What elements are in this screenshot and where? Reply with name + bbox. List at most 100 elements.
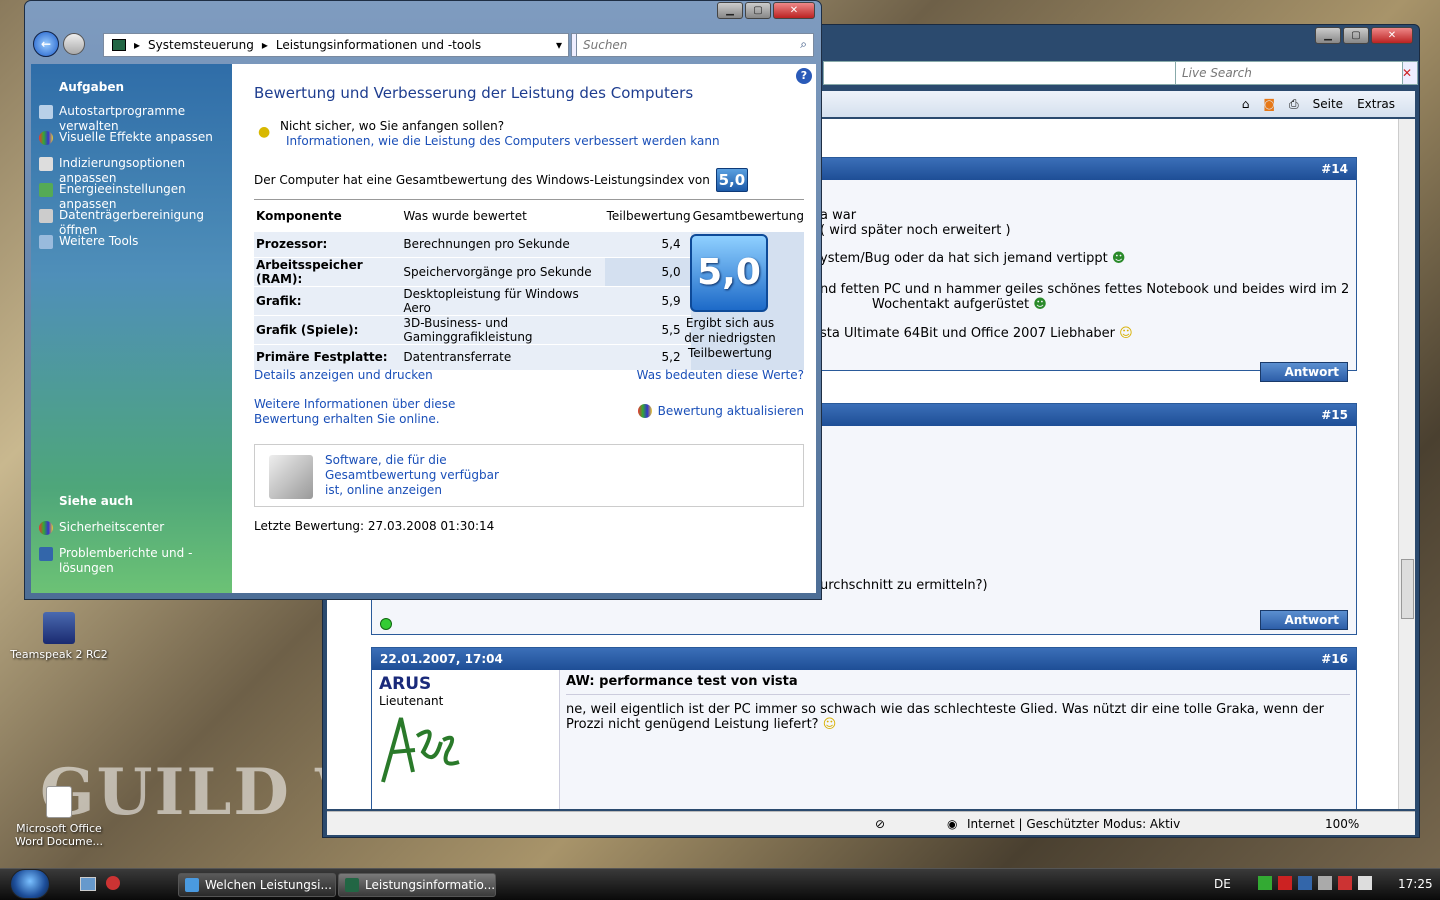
- post-number[interactable]: #16: [1321, 652, 1348, 666]
- hint-question: Nicht sicher, wo Sie anfangen sollen?: [280, 119, 505, 133]
- ie-minimize-button[interactable]: ▁: [1315, 27, 1341, 44]
- show-desktop-icon[interactable]: [80, 877, 96, 891]
- sidebar-item-startup[interactable]: Autostartprogramme verwalten: [31, 104, 232, 133]
- performance-window: ▁ ▢ ✕ ← ▸ Systemsteuerung ▸ Leistungsinf…: [24, 0, 822, 600]
- more-info-online-link[interactable]: Weitere Informationen über diese Bewertu…: [254, 397, 504, 427]
- col-header-what: Was wurde bewertet: [403, 208, 527, 223]
- clock[interactable]: 17:25: [1398, 877, 1433, 891]
- startup-icon: [39, 105, 53, 119]
- chevron-right-icon: ▸: [134, 38, 141, 52]
- cp-close-button[interactable]: ✕: [773, 2, 815, 19]
- tray-icon[interactable]: [1298, 876, 1312, 890]
- online-status-icon: [380, 618, 392, 630]
- sidebar-item-disk-cleanup[interactable]: Datenträgerbereinigung öffnen: [31, 208, 232, 237]
- zoom-level[interactable]: 100%: [1325, 817, 1359, 831]
- desktop-icon-label: Teamspeak 2 RC2: [10, 648, 108, 661]
- improve-performance-link[interactable]: Informationen, wie die Leistung des Comp…: [286, 134, 720, 148]
- col-header-component: Komponente: [256, 208, 342, 223]
- control-panel-icon: [112, 39, 126, 51]
- language-indicator[interactable]: DE: [1214, 877, 1231, 891]
- ie-status-bar: ⊘ ◉ Internet | Geschützter Modus: Aktiv …: [327, 811, 1415, 835]
- last-rating-timestamp: Letzte Bewertung: 27.03.2008 01:30:14: [254, 519, 495, 533]
- software-box: Software, die für die Gesamtbewertung ve…: [254, 444, 804, 507]
- sidebar-item-visual-effects[interactable]: Visuelle Effekte anpassen: [31, 130, 232, 156]
- popup-blocker-icon[interactable]: ⊘: [875, 817, 885, 831]
- ie-command-bar: ⌂ ◙ ⎙ Seite Extras: [821, 91, 1415, 117]
- ie-maximize-button[interactable]: ▢: [1343, 27, 1369, 44]
- taskbar-item-performance[interactable]: Leistungsinformatio...: [338, 873, 496, 897]
- details-print-link[interactable]: Details anzeigen und drucken: [254, 368, 433, 382]
- power-icon: [39, 183, 53, 197]
- breadcrumb-item[interactable]: Systemsteuerung: [148, 38, 254, 52]
- overall-score-badge: 5,0: [715, 168, 748, 192]
- back-button[interactable]: ←: [33, 31, 59, 57]
- rss-icon[interactable]: ◙: [1263, 97, 1275, 111]
- sidebar-item-power[interactable]: Energieeinstellungen anpassen: [31, 182, 232, 211]
- antivirus-icon[interactable]: [1278, 876, 1292, 890]
- base-score-caption: Ergibt sich aus der niedrigsten Teilbewe…: [684, 316, 776, 360]
- post-number[interactable]: #14: [1321, 162, 1348, 176]
- base-score-badge: 5,0: [690, 234, 768, 312]
- shield-icon: [39, 131, 53, 145]
- lightbulb-icon: ●: [258, 124, 271, 140]
- forum-post: 22.01.2007, 17:04 #16 ARUS Lieutenant AW…: [371, 647, 1357, 809]
- quicklaunch-icon[interactable]: [106, 876, 120, 890]
- chevron-down-icon[interactable]: ▾: [556, 38, 562, 52]
- cp-address-bar[interactable]: ▸ Systemsteuerung ▸ Leistungsinformation…: [103, 33, 569, 57]
- control-panel-icon: [345, 878, 359, 892]
- smiley-icon: ☻: [1111, 251, 1126, 266]
- help-icon[interactable]: ?: [796, 68, 812, 84]
- search-icon[interactable]: ⌕: [800, 37, 807, 52]
- smiley-icon: ☺: [822, 717, 837, 732]
- post-number[interactable]: #15: [1321, 408, 1348, 422]
- desktop-icon-teamspeak[interactable]: Teamspeak 2 RC2: [4, 612, 114, 661]
- tray-icon[interactable]: [1318, 876, 1332, 890]
- smiley-icon: ☺: [1119, 326, 1133, 341]
- indexing-icon: [39, 157, 53, 171]
- software-online-link[interactable]: Software, die für die Gesamtbewertung ve…: [325, 453, 505, 498]
- start-button[interactable]: [10, 869, 50, 899]
- sidebar-item-security-center[interactable]: Sicherheitscenter: [31, 520, 211, 546]
- print-icon[interactable]: ⎙: [1289, 97, 1299, 112]
- post-text: urchschnitt zu ermitteln?): [820, 578, 988, 593]
- cp-search-input[interactable]: Suchen ⌕: [576, 33, 814, 57]
- cp-minimize-button[interactable]: ▁: [717, 2, 743, 19]
- overall-rating-text: Der Computer hat eine Gesamtbewertung de…: [254, 173, 710, 187]
- update-rating-link[interactable]: Bewertung aktualisieren: [658, 404, 804, 418]
- breadcrumb-item[interactable]: Leistungsinformationen und -tools: [276, 38, 481, 52]
- meaning-link[interactable]: Was bedeuten diese Werte?: [637, 368, 804, 382]
- post-username[interactable]: ARUS: [379, 674, 431, 694]
- page-menu[interactable]: Seite: [1313, 97, 1343, 111]
- smiley-icon: ☻: [1033, 297, 1047, 312]
- tray-icon[interactable]: [1258, 876, 1272, 890]
- desktop-icon-label: Microsoft Office Word Docume...: [15, 822, 103, 848]
- post-text: ne, weil eigentlich ist der PC immer so …: [566, 702, 1324, 732]
- word-document-icon: [46, 786, 72, 818]
- ie-icon: [185, 878, 199, 892]
- post-user-rank: Lieutenant: [379, 694, 444, 708]
- home-icon[interactable]: ⌂: [1242, 97, 1250, 111]
- uac-shield-icon: [637, 404, 652, 418]
- reply-button[interactable]: Antwort: [1260, 362, 1348, 382]
- sidebar-item-problem-reports[interactable]: Problemberichte und -lösungen: [31, 546, 211, 576]
- see-also-heading: Siehe auch: [59, 494, 134, 508]
- forward-button[interactable]: [63, 33, 85, 55]
- ie-scrollbar[interactable]: [1398, 119, 1415, 809]
- tray-icon[interactable]: [1338, 876, 1352, 890]
- desktop-icon-word[interactable]: Microsoft Office Word Docume...: [4, 786, 114, 848]
- sidebar-item-indexing[interactable]: Indizierungsoptionen anpassen: [31, 156, 232, 185]
- col-header-overall: Gesamtbewertung: [692, 208, 804, 223]
- post-title: AW: performance test von vista: [566, 674, 798, 689]
- tools-menu[interactable]: Extras: [1357, 97, 1395, 111]
- tasks-sidebar: Aufgaben Autostartprogramme verwalten Vi…: [31, 64, 232, 593]
- ie-close-button[interactable]: ✕: [1371, 27, 1413, 44]
- cp-maximize-button[interactable]: ▢: [745, 2, 771, 19]
- volume-icon[interactable]: [1358, 876, 1372, 890]
- software-boxes-icon: [269, 455, 313, 499]
- ie-search-input[interactable]: Live Search: [1175, 61, 1403, 85]
- reply-button[interactable]: Antwort: [1260, 610, 1348, 630]
- security-zone-status: Internet | Geschützter Modus: Aktiv: [967, 816, 1181, 831]
- post-date: 22.01.2007, 17:04: [380, 652, 503, 666]
- col-header-subscore: Teilbewertung: [606, 208, 691, 223]
- taskbar-item-ie[interactable]: Welchen Leistungsi...: [178, 873, 336, 897]
